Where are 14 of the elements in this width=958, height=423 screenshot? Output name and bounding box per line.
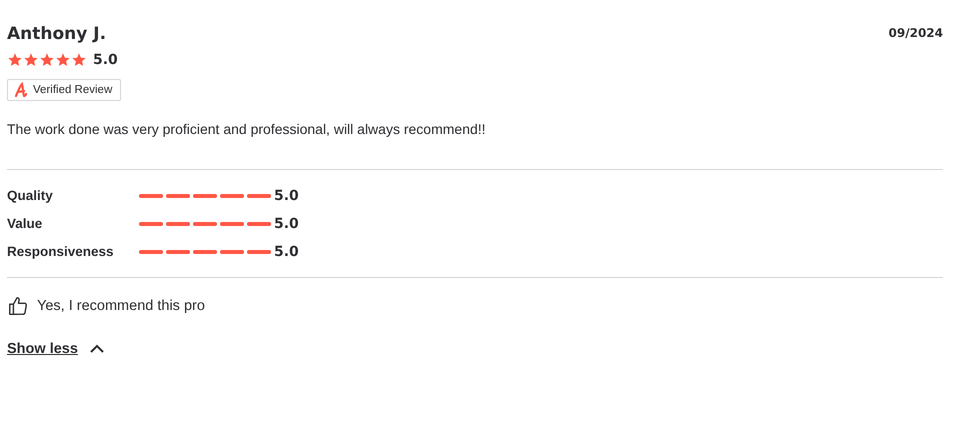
- review-text: The work done was very proficient and professional, will always recommend!!: [7, 121, 486, 137]
- rating-value: 5.0: [93, 52, 118, 68]
- rating-value: 5.0: [274, 244, 299, 260]
- recommendation-text: Yes, I recommend this pro: [37, 298, 205, 314]
- criterion-label: Value: [7, 215, 44, 233]
- rating-value: 5.0: [274, 216, 299, 232]
- review-date: 09/2024: [888, 26, 943, 40]
- logo-icon: [14, 82, 28, 98]
- criterion-label: Responsiveness: [7, 243, 115, 261]
- rating-value: 5.0: [274, 188, 299, 204]
- criterion-label: Quality: [7, 187, 54, 205]
- badge-label: Verified Review: [33, 84, 112, 96]
- show-less-button[interactable]: Show less: [7, 341, 104, 357]
- author-name: Anthony J.: [7, 23, 106, 46]
